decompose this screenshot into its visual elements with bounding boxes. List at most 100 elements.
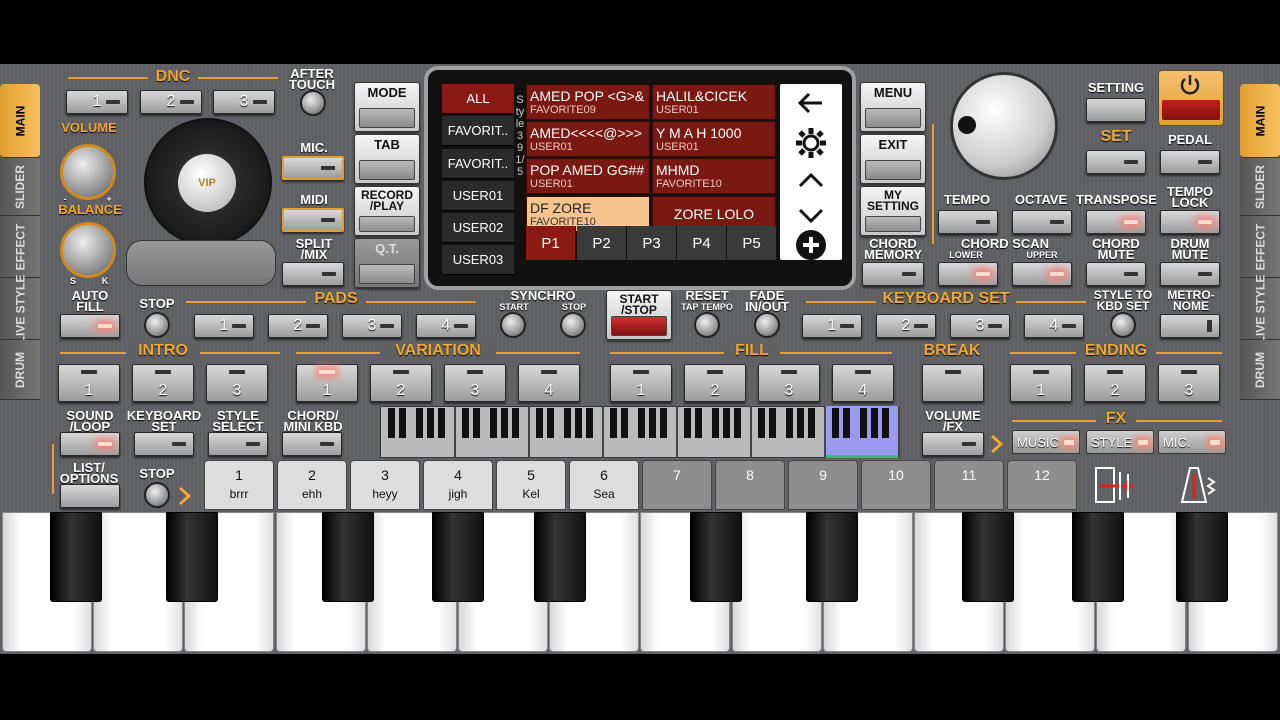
fill-4-button[interactable]: 4 xyxy=(832,364,894,402)
dnc-2-button[interactable]: 2 xyxy=(140,90,202,114)
ending-1-button[interactable]: 1 xyxy=(1010,364,1072,402)
pad-1-button[interactable]: 1 xyxy=(194,314,254,338)
chevron-up-icon[interactable] xyxy=(798,172,824,188)
ending-2-button[interactable]: 2 xyxy=(1084,364,1146,402)
pad-4-button[interactable]: 4 xyxy=(416,314,476,338)
category-user03[interactable]: USER03 xyxy=(442,245,514,275)
metronome-icon[interactable] xyxy=(1166,462,1222,506)
side-tab-main-right[interactable]: MAIN xyxy=(1240,84,1280,158)
midi-button[interactable] xyxy=(282,208,344,232)
side-tab-drum-left[interactable]: DRUM xyxy=(0,340,40,400)
pitch-bend-slider[interactable] xyxy=(126,240,276,286)
style-select-button[interactable] xyxy=(208,432,268,456)
ending-3-button[interactable]: 3 xyxy=(1158,364,1220,402)
chord-mini-kbd-button[interactable] xyxy=(282,432,342,456)
exit-button[interactable]: EXIT xyxy=(860,134,926,184)
page-p2[interactable]: P2 xyxy=(577,226,627,260)
intro-2-button[interactable]: 2 xyxy=(132,364,194,402)
mic-button[interactable] xyxy=(282,156,344,180)
start-stop-button[interactable]: START /STOP xyxy=(606,290,672,340)
intro-1-button[interactable]: 1 xyxy=(58,364,120,402)
fill-3-button[interactable]: 3 xyxy=(758,364,820,402)
pad-9-button[interactable]: 9 xyxy=(788,460,858,510)
after-touch-knob[interactable] xyxy=(300,90,326,116)
category-favorite-1[interactable]: FAVORIT.. xyxy=(442,116,514,146)
pad-2-button[interactable]: 2 xyxy=(268,314,328,338)
black-key[interactable] xyxy=(50,512,102,602)
pad-3-button[interactable]: 3 heyy xyxy=(350,460,420,510)
dnc-1-button[interactable]: 1 xyxy=(66,90,128,114)
black-key[interactable] xyxy=(1176,512,1228,602)
pad-8-button[interactable]: 8 xyxy=(715,460,785,510)
list-options-button[interactable] xyxy=(60,484,120,508)
chord-mute-button[interactable] xyxy=(1086,262,1146,286)
kbd-set-3-button[interactable]: 3 xyxy=(950,314,1010,338)
set-button[interactable] xyxy=(1086,150,1146,174)
side-tab-slider-left[interactable]: SLIDER xyxy=(0,158,40,216)
pad-1-button[interactable]: 1 brrr xyxy=(204,460,274,510)
record-play-button[interactable]: RECORD /PLAY xyxy=(354,186,420,236)
split-mix-button[interactable] xyxy=(282,262,344,286)
style-to-kbd-knob[interactable] xyxy=(1110,312,1136,338)
side-tab-main-left[interactable]: MAIN xyxy=(0,84,40,158)
tempo-lock-button[interactable] xyxy=(1160,210,1220,234)
black-key[interactable] xyxy=(1072,512,1124,602)
style-cell[interactable]: AMED<<<<@>>> USER01 xyxy=(526,121,650,157)
pad-11-button[interactable]: 11 xyxy=(934,460,1004,510)
kbd-set-4-button[interactable]: 4 xyxy=(1024,314,1084,338)
page-p4[interactable]: P4 xyxy=(677,226,727,260)
octave-button[interactable] xyxy=(1012,210,1072,234)
fade-knob[interactable] xyxy=(754,312,780,338)
metronome-button[interactable] xyxy=(1160,314,1220,338)
style-cell[interactable]: HALIL&CICEK USER01 xyxy=(652,84,776,120)
page-p1[interactable]: P1 xyxy=(526,226,576,260)
black-key[interactable] xyxy=(322,512,374,602)
side-tab-slider-right[interactable]: SLIDER xyxy=(1240,158,1280,216)
tab-button[interactable]: TAB xyxy=(354,134,420,184)
reset-knob[interactable] xyxy=(694,312,720,338)
style-sync-icon[interactable] xyxy=(1092,462,1148,506)
fill-2-button[interactable]: 2 xyxy=(684,364,746,402)
keyboard-set-toggle-button[interactable] xyxy=(134,432,194,456)
variation-1-button[interactable]: 1 xyxy=(296,364,358,402)
kbd-set-1-button[interactable]: 1 xyxy=(802,314,862,338)
pad-7-button[interactable]: 7 xyxy=(642,460,712,510)
fx-mic-button[interactable]: MIC. xyxy=(1158,430,1226,454)
volume-knob[interactable] xyxy=(60,144,116,200)
fx-style-button[interactable]: STYLE xyxy=(1086,430,1154,454)
side-tab-live-style-left[interactable]: LIVE STYLE xyxy=(0,274,40,343)
side-tab-effect-left[interactable]: EFFECT xyxy=(0,216,40,278)
category-user01[interactable]: USER01 xyxy=(442,181,514,211)
style-cell[interactable]: AMED POP <G>& FAVORITE09 xyxy=(526,84,650,120)
kbd-set-2-button[interactable]: 2 xyxy=(876,314,936,338)
pad-3-button[interactable]: 3 xyxy=(342,314,402,338)
pad-4-button[interactable]: 4 jigh xyxy=(423,460,493,510)
pads-stop-knob[interactable] xyxy=(144,312,170,338)
back-arrow-icon[interactable] xyxy=(796,90,826,116)
pedal-button[interactable] xyxy=(1160,150,1220,174)
auto-fill-button[interactable] xyxy=(60,314,120,338)
break-button[interactable] xyxy=(922,364,984,402)
page-p5[interactable]: P5 xyxy=(727,226,777,260)
style-cell[interactable]: MHMD FAVORITE10 xyxy=(652,158,776,194)
category-favorite-2[interactable]: FAVORIT.. xyxy=(442,149,514,179)
mode-button[interactable]: MODE xyxy=(354,82,420,132)
chord-scan-upper-button[interactable] xyxy=(1012,262,1072,286)
variation-2-button[interactable]: 2 xyxy=(370,364,432,402)
synchro-start-knob[interactable] xyxy=(500,312,526,338)
menu-button[interactable]: MENU xyxy=(860,82,926,132)
black-key[interactable] xyxy=(962,512,1014,602)
qt-button[interactable]: Q.T. xyxy=(354,238,420,288)
black-key[interactable] xyxy=(534,512,586,602)
dnc-3-button[interactable]: 3 xyxy=(213,90,275,114)
pad-6-button[interactable]: 6 Sea xyxy=(569,460,639,510)
balance-knob[interactable] xyxy=(60,222,116,278)
add-icon[interactable] xyxy=(794,228,828,262)
gear-icon[interactable] xyxy=(794,126,828,160)
drum-mute-button[interactable] xyxy=(1160,262,1220,286)
chord-memory-button[interactable] xyxy=(862,262,924,286)
synchro-stop-knob[interactable] xyxy=(560,312,586,338)
black-key[interactable] xyxy=(166,512,218,602)
tempo-button[interactable] xyxy=(938,210,998,234)
setting-button[interactable] xyxy=(1086,98,1146,122)
